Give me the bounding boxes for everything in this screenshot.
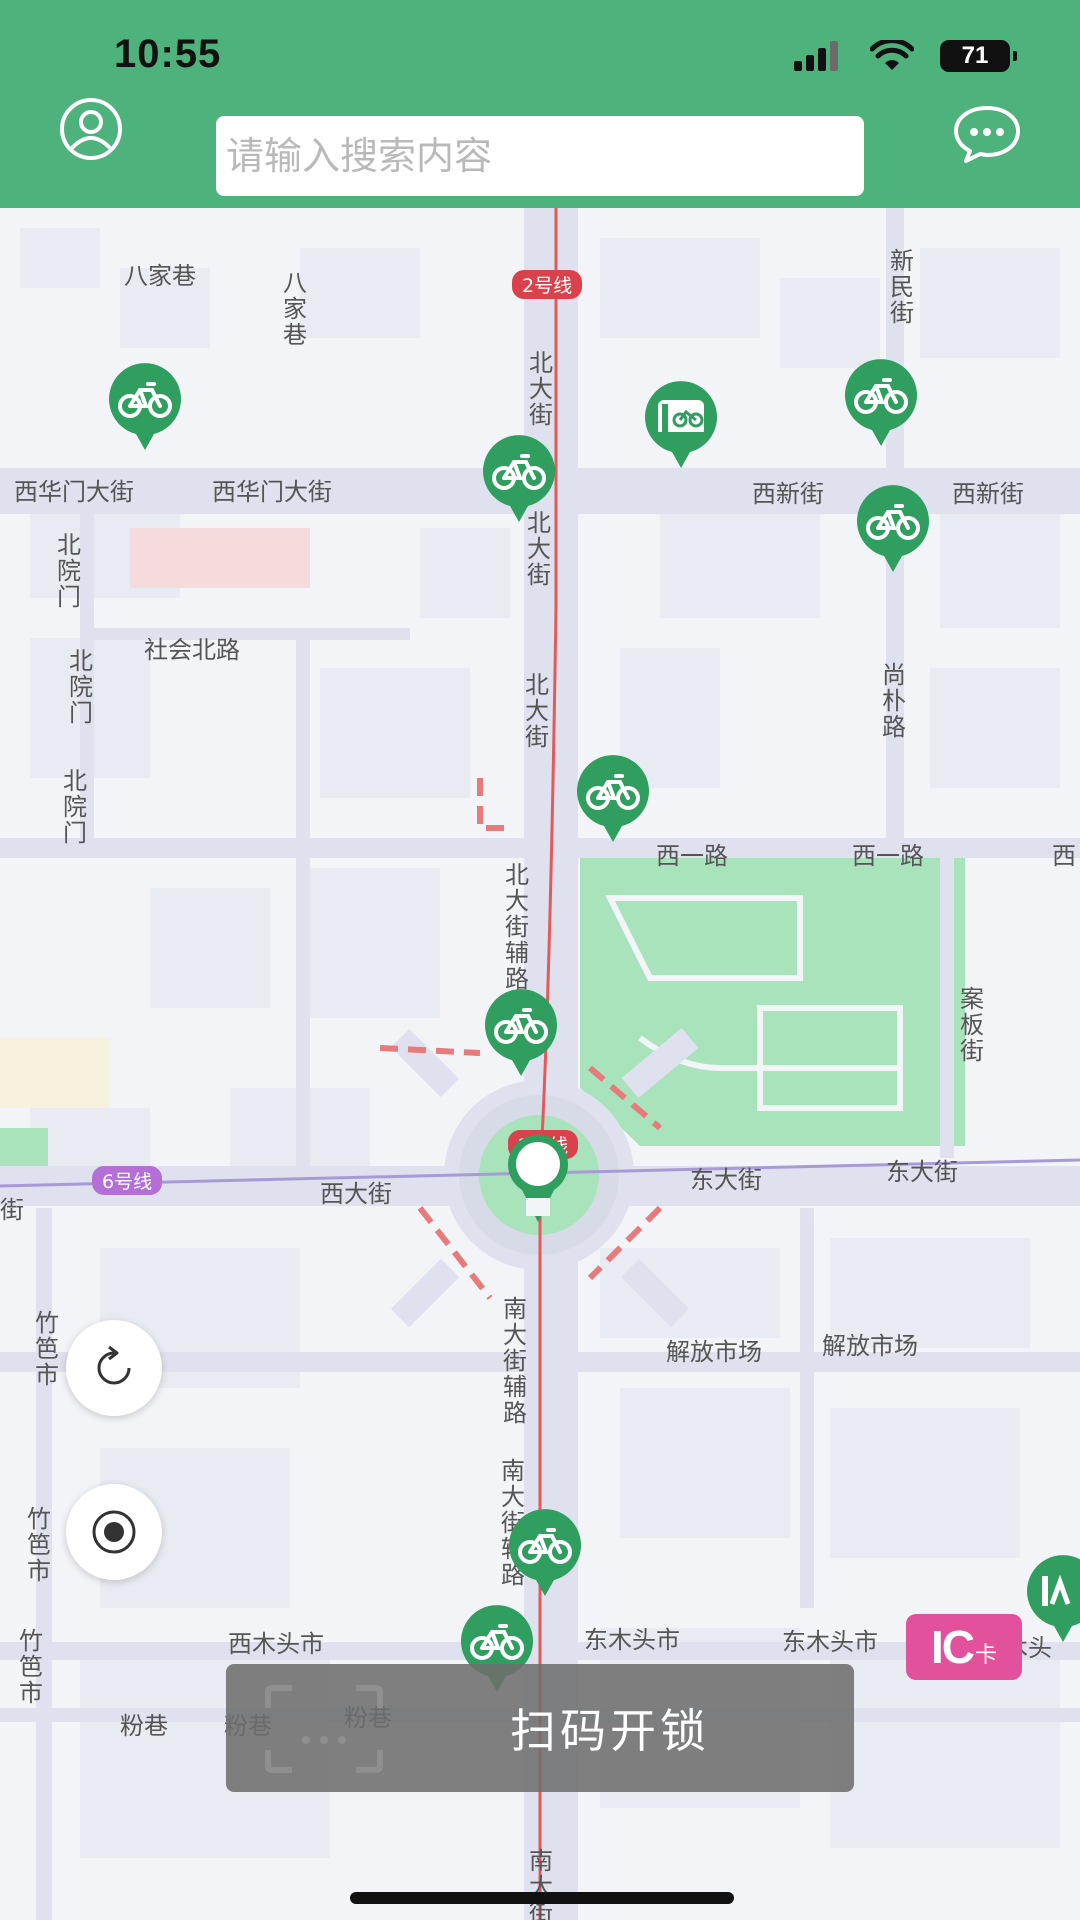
ka-text: 卡 [974,1642,997,1667]
street-label: 北大街 [529,349,553,429]
street-label: 新民街 [890,247,914,327]
street-label: 西木头市 [228,1630,324,1658]
ic-card-badge[interactable]: IC 卡 [906,1614,1022,1680]
bike-marker-icon[interactable] [106,362,184,454]
bike-marker-icon[interactable] [482,988,560,1080]
message-icon[interactable] [952,104,1022,164]
street-label: 解放市场 [666,1338,762,1366]
refresh-icon [97,1345,131,1385]
metro-line-label: 2号线 [512,270,583,299]
street-label: 西华门大街 [212,478,332,506]
refresh-button[interactable] [66,1320,162,1416]
street-label: 竹笆市 [19,1627,43,1707]
street-label: 东木头市 [584,1626,680,1654]
locate-button[interactable] [66,1484,162,1580]
street-label: 西华门大街 [14,478,134,506]
street-label: 西大街 [320,1180,392,1208]
scan-unlock-button[interactable]: 扫码开锁 [226,1664,854,1792]
scan-icon [265,1685,383,1773]
bike-marker-icon[interactable] [506,1508,584,1600]
street-label: 西新街 [952,480,1024,508]
street-label: 西新街 [752,480,824,508]
current-location-icon [508,1134,568,1222]
street-label: 北院门 [63,767,87,847]
user-icon[interactable] [58,96,124,162]
street-label: 八家巷 [283,269,307,349]
street-label: 粉巷 [120,1712,168,1740]
street-label: 竹笆市 [27,1505,51,1585]
street-label: 社会北路 [144,636,240,664]
battery-icon: 71 [940,40,1017,72]
street-label: 街 [0,1196,24,1224]
street-label: 尚朴路 [882,661,906,741]
metro-line-label: 6号线 [92,1166,163,1195]
street-label: 西一路 [656,842,728,870]
street-label: 案板街 [960,985,984,1065]
street-label: 东大街 [690,1166,762,1194]
street-label: 竹笆市 [35,1309,59,1389]
street-label: 北院门 [57,531,81,611]
street-label: 东木头市 [782,1628,878,1656]
signal-icon [794,41,838,71]
street-label: 南大街辅路 [503,1295,527,1427]
bike-marker-icon[interactable] [574,754,652,846]
street-label: 八家巷 [124,262,196,290]
bike-marker-icon[interactable] [480,434,558,526]
battery-level: 71 [961,42,989,69]
street-label: 西 [1052,842,1076,870]
app-header: 10:55 71 [0,0,1080,208]
street-label: 北院门 [69,647,93,727]
street-label: 解放市场 [822,1332,918,1360]
bike-marker-icon[interactable] [842,358,920,450]
street-label: 东大街 [886,1158,958,1186]
street-label: 南大街 [529,1847,553,1920]
search-bar[interactable] [216,116,864,196]
status-icons: 71 [792,40,1017,72]
bike-marker-icon[interactable] [854,484,932,576]
street-label: 北大街辅路 [505,861,529,993]
parking-marker-icon[interactable] [1024,1554,1080,1646]
status-time: 10:55 [114,32,222,76]
parking-marker-icon[interactable] [642,380,720,472]
search-input[interactable] [224,133,864,179]
ic-text: IC [930,1621,975,1673]
home-indicator[interactable] [350,1892,734,1904]
street-label: 北大街 [525,671,549,751]
wifi-icon [870,40,914,70]
scan-unlock-label: 扫码开锁 [510,1704,710,1758]
locate-icon [92,1510,136,1554]
street-label: 西一路 [852,842,924,870]
